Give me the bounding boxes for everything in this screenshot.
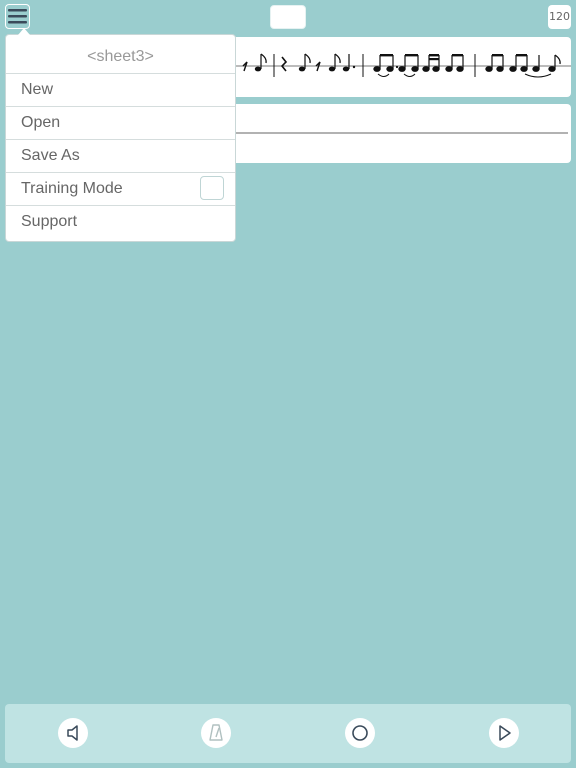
menu-item-label: Support	[21, 213, 78, 230]
menu-item-label: Open	[21, 114, 61, 131]
menu-item-support[interactable]: Support	[6, 206, 235, 238]
menu-item-training-mode[interactable]: Training Mode	[6, 173, 235, 206]
menu-item-label: New	[21, 81, 54, 98]
menu-item-new[interactable]: New	[6, 74, 235, 107]
menu-item-label: Training Mode	[21, 180, 123, 197]
training-mode-checkbox[interactable]	[200, 176, 224, 200]
menu-pointer	[18, 28, 30, 35]
metronome-button[interactable]	[201, 718, 231, 748]
loop-icon	[352, 725, 368, 741]
play-icon	[499, 725, 511, 741]
playback-controls	[5, 704, 571, 763]
hamburger-icon	[8, 9, 27, 24]
menu-item-open[interactable]: Open	[6, 107, 235, 140]
sound-button[interactable]	[58, 718, 88, 748]
sheet-title-field[interactable]	[270, 5, 306, 29]
dropdown-menu: <sheet3> New Open Save As Training Mode …	[5, 28, 236, 242]
metronome-icon	[209, 724, 223, 741]
menu-item-label: Save As	[21, 147, 80, 164]
tempo-display[interactable]: 120	[548, 5, 571, 29]
menu-button[interactable]	[5, 4, 30, 29]
menu-item-save-as[interactable]: Save As	[6, 140, 235, 173]
play-button[interactable]	[489, 718, 519, 748]
menu-sheet-name: <sheet3>	[6, 35, 235, 74]
speaker-icon	[67, 725, 78, 741]
loop-button[interactable]	[345, 718, 375, 748]
top-toolbar: 120	[0, 0, 576, 34]
